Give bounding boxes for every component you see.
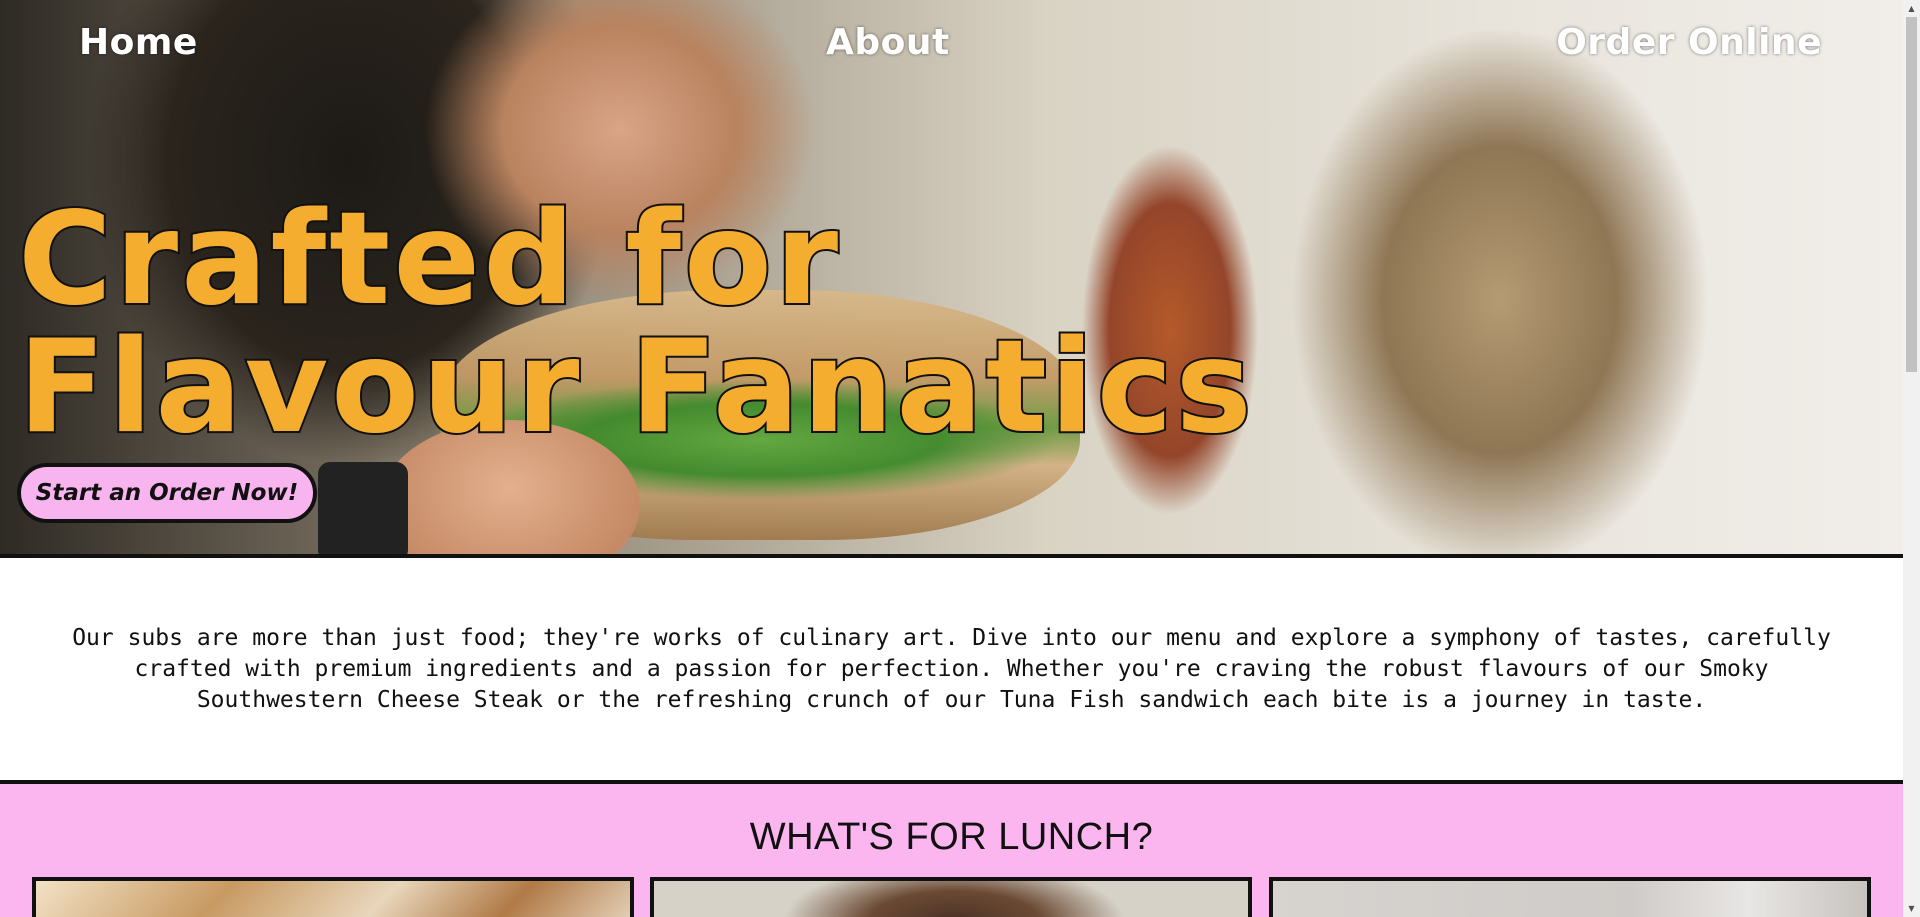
- hero-watch-image: [318, 462, 408, 554]
- start-order-button[interactable]: Start an Order Now!: [17, 463, 317, 523]
- hero-headline-line-2: Flavour Fanatics: [16, 313, 1255, 462]
- main-nav: Home About Order Online: [0, 22, 1903, 82]
- menu-card-image[interactable]: [1269, 877, 1871, 917]
- lunch-heading: WHAT'S FOR LUNCH?: [749, 816, 1154, 858]
- menu-card-image[interactable]: [650, 877, 1252, 917]
- nav-about-link[interactable]: About: [826, 22, 950, 63]
- lunch-section: WHAT'S FOR LUNCH?: [0, 784, 1903, 917]
- page-scrollbar[interactable]: ▲ ▼: [1903, 0, 1920, 917]
- scrollbar-thumb[interactable]: [1906, 17, 1917, 372]
- intro-text: Our subs are more than just food; they'r…: [72, 624, 1831, 713]
- hero-headline: Crafted for Flavour Fanatics: [16, 185, 1255, 462]
- nav-home-link[interactable]: Home: [79, 22, 198, 63]
- hero-headline-line-1: Crafted for: [16, 185, 842, 334]
- scroll-up-icon[interactable]: ▲: [1903, 0, 1920, 17]
- intro-section: Our subs are more than just food; they'r…: [0, 558, 1903, 784]
- nav-order-online-link[interactable]: Order Online: [1556, 22, 1822, 63]
- scroll-down-icon[interactable]: ▼: [1903, 900, 1920, 917]
- menu-card-image[interactable]: [32, 877, 634, 917]
- hero-section: Home About Order Online Crafted for Flav…: [0, 0, 1903, 558]
